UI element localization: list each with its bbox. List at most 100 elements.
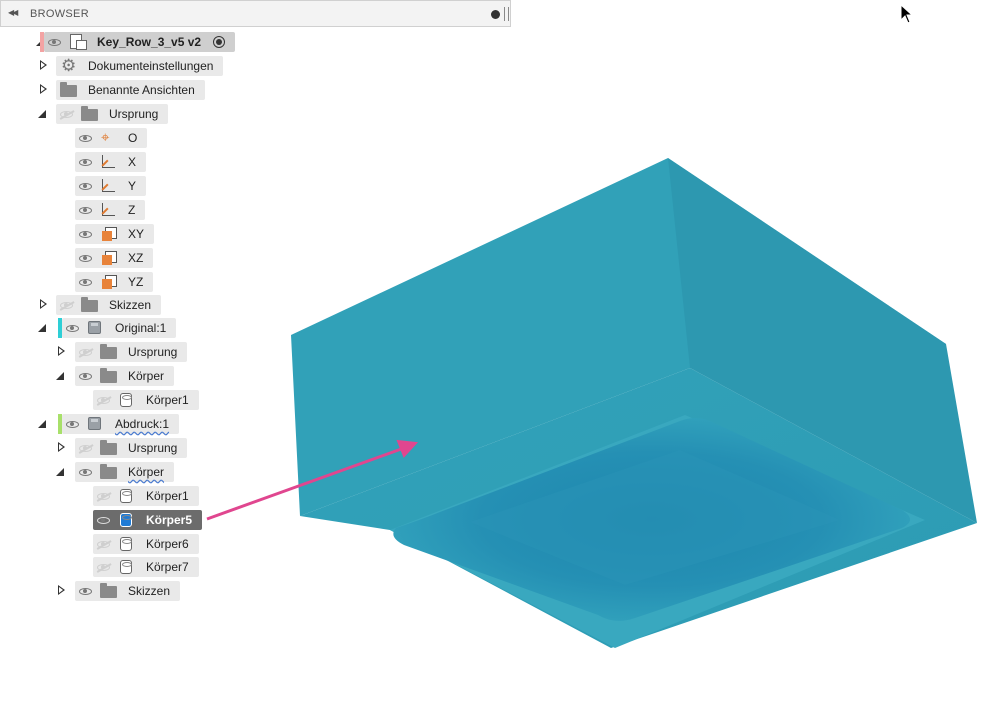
- tree-node-named-views[interactable]: Benannte Ansichten: [0, 80, 240, 100]
- eye-hidden-icon[interactable]: [60, 301, 73, 309]
- panel-grip-icon[interactable]: [504, 7, 509, 21]
- eye-icon[interactable]: [48, 38, 61, 46]
- eye-icon[interactable]: [79, 587, 92, 595]
- eye-icon[interactable]: [79, 182, 92, 190]
- folder-icon: [100, 368, 118, 384]
- axis-icon: [100, 154, 118, 170]
- tree-node-axis-x[interactable]: X: [0, 152, 240, 172]
- eye-hidden-icon[interactable]: [97, 492, 110, 500]
- body-icon: [118, 488, 136, 504]
- tree-node-origin[interactable]: Ursprung: [0, 104, 240, 124]
- axis-icon: [100, 202, 118, 218]
- eye-hidden-icon[interactable]: [79, 348, 92, 356]
- tree-node-label: Dokumenteinstellungen: [88, 59, 214, 73]
- pin-icon[interactable]: [491, 10, 500, 19]
- eye-hidden-icon[interactable]: [97, 563, 110, 571]
- tree-node-label: Benannte Ansichten: [88, 83, 195, 97]
- folder-icon: [81, 297, 99, 313]
- keycap-model[interactable]: [291, 158, 977, 648]
- eye-hidden-icon[interactable]: [97, 396, 110, 404]
- plane-icon: [100, 250, 118, 266]
- expand-toggle[interactable]: [40, 299, 47, 309]
- body-icon: [118, 536, 136, 552]
- tree-node-label: Original:1: [115, 321, 167, 335]
- eye-icon[interactable]: [79, 230, 92, 238]
- tree-node-label: Körper1: [146, 393, 189, 407]
- body-icon: [118, 392, 136, 408]
- body-icon: [118, 559, 136, 575]
- tree-node-label: Key_Row_3_v5 v2: [97, 35, 202, 49]
- tree-node-label: Y: [128, 179, 137, 193]
- axis-icon: [100, 178, 118, 194]
- eye-icon[interactable]: [79, 278, 92, 286]
- eye-icon[interactable]: [97, 516, 110, 524]
- tree-node-axis-z[interactable]: Z: [0, 200, 240, 220]
- tree-node-label: Abdruck:1: [115, 417, 170, 431]
- tree-node-label: Körper6: [146, 537, 189, 551]
- eye-icon[interactable]: [66, 420, 79, 428]
- tree-node-bodies[interactable]: Körper: [0, 462, 240, 482]
- eye-hidden-icon[interactable]: [79, 444, 92, 452]
- tree-node-plane-xz[interactable]: XZ: [0, 248, 240, 268]
- expand-toggle[interactable]: [58, 442, 65, 452]
- folder-icon: [100, 583, 118, 599]
- tree-node-label: Körper1: [146, 489, 189, 503]
- tree-node-label: Ursprung: [128, 345, 178, 359]
- tree-node-label: Körper5: [146, 513, 193, 527]
- activate-radio-icon[interactable]: [213, 36, 226, 48]
- eye-icon[interactable]: [79, 134, 92, 142]
- browser-panel-header: ◀◀ BROWSER: [0, 0, 511, 27]
- expand-toggle[interactable]: [38, 110, 46, 118]
- tree-node-origin[interactable]: Ursprung: [0, 342, 240, 362]
- tree-node-sketches[interactable]: Skizzen: [0, 295, 240, 315]
- expand-toggle[interactable]: [38, 324, 46, 332]
- expand-toggle[interactable]: [58, 346, 65, 356]
- expand-toggle[interactable]: [58, 585, 65, 595]
- tree-node-body[interactable]: Körper6: [0, 534, 240, 554]
- tree-node-body[interactable]: Körper7: [0, 557, 240, 577]
- tree-node-label: Skizzen: [109, 298, 152, 312]
- folder-icon: [81, 106, 99, 122]
- eye-icon[interactable]: [79, 158, 92, 166]
- tree-node-label: X: [128, 155, 137, 169]
- tree-node-body[interactable]: Körper1: [0, 486, 240, 506]
- body-icon: [118, 512, 136, 528]
- tree-node-sketches[interactable]: Skizzen: [0, 581, 240, 601]
- tree-node-label: O: [128, 131, 138, 145]
- browser-title: BROWSER: [30, 8, 89, 20]
- eye-hidden-icon[interactable]: [97, 540, 110, 548]
- eye-icon[interactable]: [79, 254, 92, 262]
- expand-toggle[interactable]: [38, 420, 46, 428]
- tree-node-document-settings[interactable]: ⚙ Dokumenteinstellungen: [0, 56, 240, 76]
- eye-icon[interactable]: [66, 324, 79, 332]
- tree-node-label: Ursprung: [109, 107, 159, 121]
- expand-toggle[interactable]: [56, 468, 64, 476]
- eye-hidden-icon[interactable]: [60, 110, 73, 118]
- gear-icon: ⚙: [61, 56, 77, 75]
- tree-node-label: Körper: [128, 369, 165, 383]
- tree-node-bodies[interactable]: Körper: [0, 366, 240, 386]
- tree-node-component-abdruck[interactable]: Abdruck:1: [0, 414, 240, 434]
- tree-node-plane-yz[interactable]: YZ: [0, 272, 240, 292]
- component-color-bar: [40, 32, 44, 52]
- tree-node-plane-xy[interactable]: XY: [0, 224, 240, 244]
- mouse-cursor-icon: [900, 4, 914, 24]
- eye-icon[interactable]: [79, 372, 92, 380]
- tree-node-origin[interactable]: Ursprung: [0, 438, 240, 458]
- expand-toggle[interactable]: [40, 84, 47, 94]
- tree-node-component-original[interactable]: Original:1: [0, 318, 240, 338]
- expand-toggle[interactable]: [56, 372, 64, 380]
- folder-icon: [100, 464, 118, 480]
- component-icon: [87, 416, 105, 432]
- tree-node-origin-point[interactable]: ⌖ O: [0, 128, 240, 148]
- tree-node-root[interactable]: Key_Row_3_v5 v2: [0, 32, 240, 52]
- tree-node-axis-y[interactable]: Y: [0, 176, 240, 196]
- tree-node-label: XY: [128, 227, 145, 241]
- tree-node-label: Körper: [128, 465, 165, 479]
- eye-icon[interactable]: [79, 468, 92, 476]
- expand-toggle[interactable]: [40, 60, 47, 70]
- eye-icon[interactable]: [79, 206, 92, 214]
- tree-node-body-selected[interactable]: Körper5: [0, 510, 240, 530]
- tree-node-body[interactable]: Körper1: [0, 390, 240, 410]
- double-left-arrow-icon[interactable]: ◀◀: [8, 8, 18, 17]
